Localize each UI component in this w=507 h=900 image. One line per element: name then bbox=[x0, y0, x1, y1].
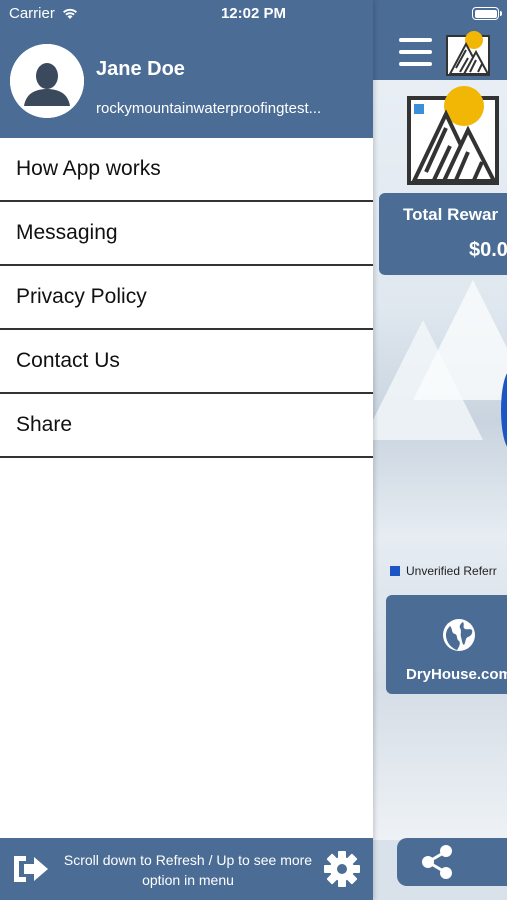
total-rewards-card: Total Rewar $0.0 bbox=[379, 193, 507, 275]
chart-legend: Unverified Referr bbox=[390, 564, 497, 578]
total-rewards-value: $0.0 bbox=[469, 239, 507, 261]
menu-item-share[interactable]: Share bbox=[0, 394, 373, 458]
status-bar: Carrier 12:02 PM bbox=[0, 0, 507, 28]
user-silhouette-icon bbox=[10, 44, 84, 118]
user-name: Jane Doe bbox=[96, 58, 185, 80]
website-button[interactable]: DryHouse.com bbox=[386, 595, 507, 694]
drawer-menu: How App works Messaging Privacy Policy C… bbox=[0, 138, 373, 458]
globe-icon bbox=[443, 619, 475, 651]
side-drawer: Jane Doe rockymountainwaterproofingtest.… bbox=[0, 0, 373, 900]
share-button[interactable] bbox=[397, 838, 507, 886]
menu-hamburger-icon[interactable] bbox=[399, 38, 432, 66]
clock: 12:02 PM bbox=[220, 5, 287, 22]
brand-logo-icon bbox=[446, 31, 490, 76]
avatar[interactable] bbox=[10, 44, 84, 118]
user-email: rockymountainwaterproofingtest... bbox=[96, 100, 322, 117]
website-label: DryHouse.com bbox=[406, 666, 507, 683]
gear-icon[interactable] bbox=[323, 850, 361, 888]
menu-item-contact-us[interactable]: Contact Us bbox=[0, 330, 373, 394]
menu-item-how-app-works[interactable]: How App works bbox=[0, 138, 373, 202]
share-icon bbox=[422, 845, 452, 879]
battery-icon bbox=[472, 7, 502, 20]
menu-item-messaging[interactable]: Messaging bbox=[0, 202, 373, 266]
legend-swatch bbox=[390, 566, 400, 576]
menu-item-privacy-policy[interactable]: Privacy Policy bbox=[0, 266, 373, 330]
drawer-footer: Scroll down to Refresh / Up to see more … bbox=[0, 838, 373, 900]
logout-icon[interactable] bbox=[12, 852, 50, 886]
legend-label: Unverified Referr bbox=[406, 564, 497, 578]
brand-logo-large-icon bbox=[407, 86, 499, 185]
refresh-hint: Scroll down to Refresh / Up to see more … bbox=[63, 852, 313, 888]
total-rewards-title: Total Rewar bbox=[403, 205, 499, 224]
